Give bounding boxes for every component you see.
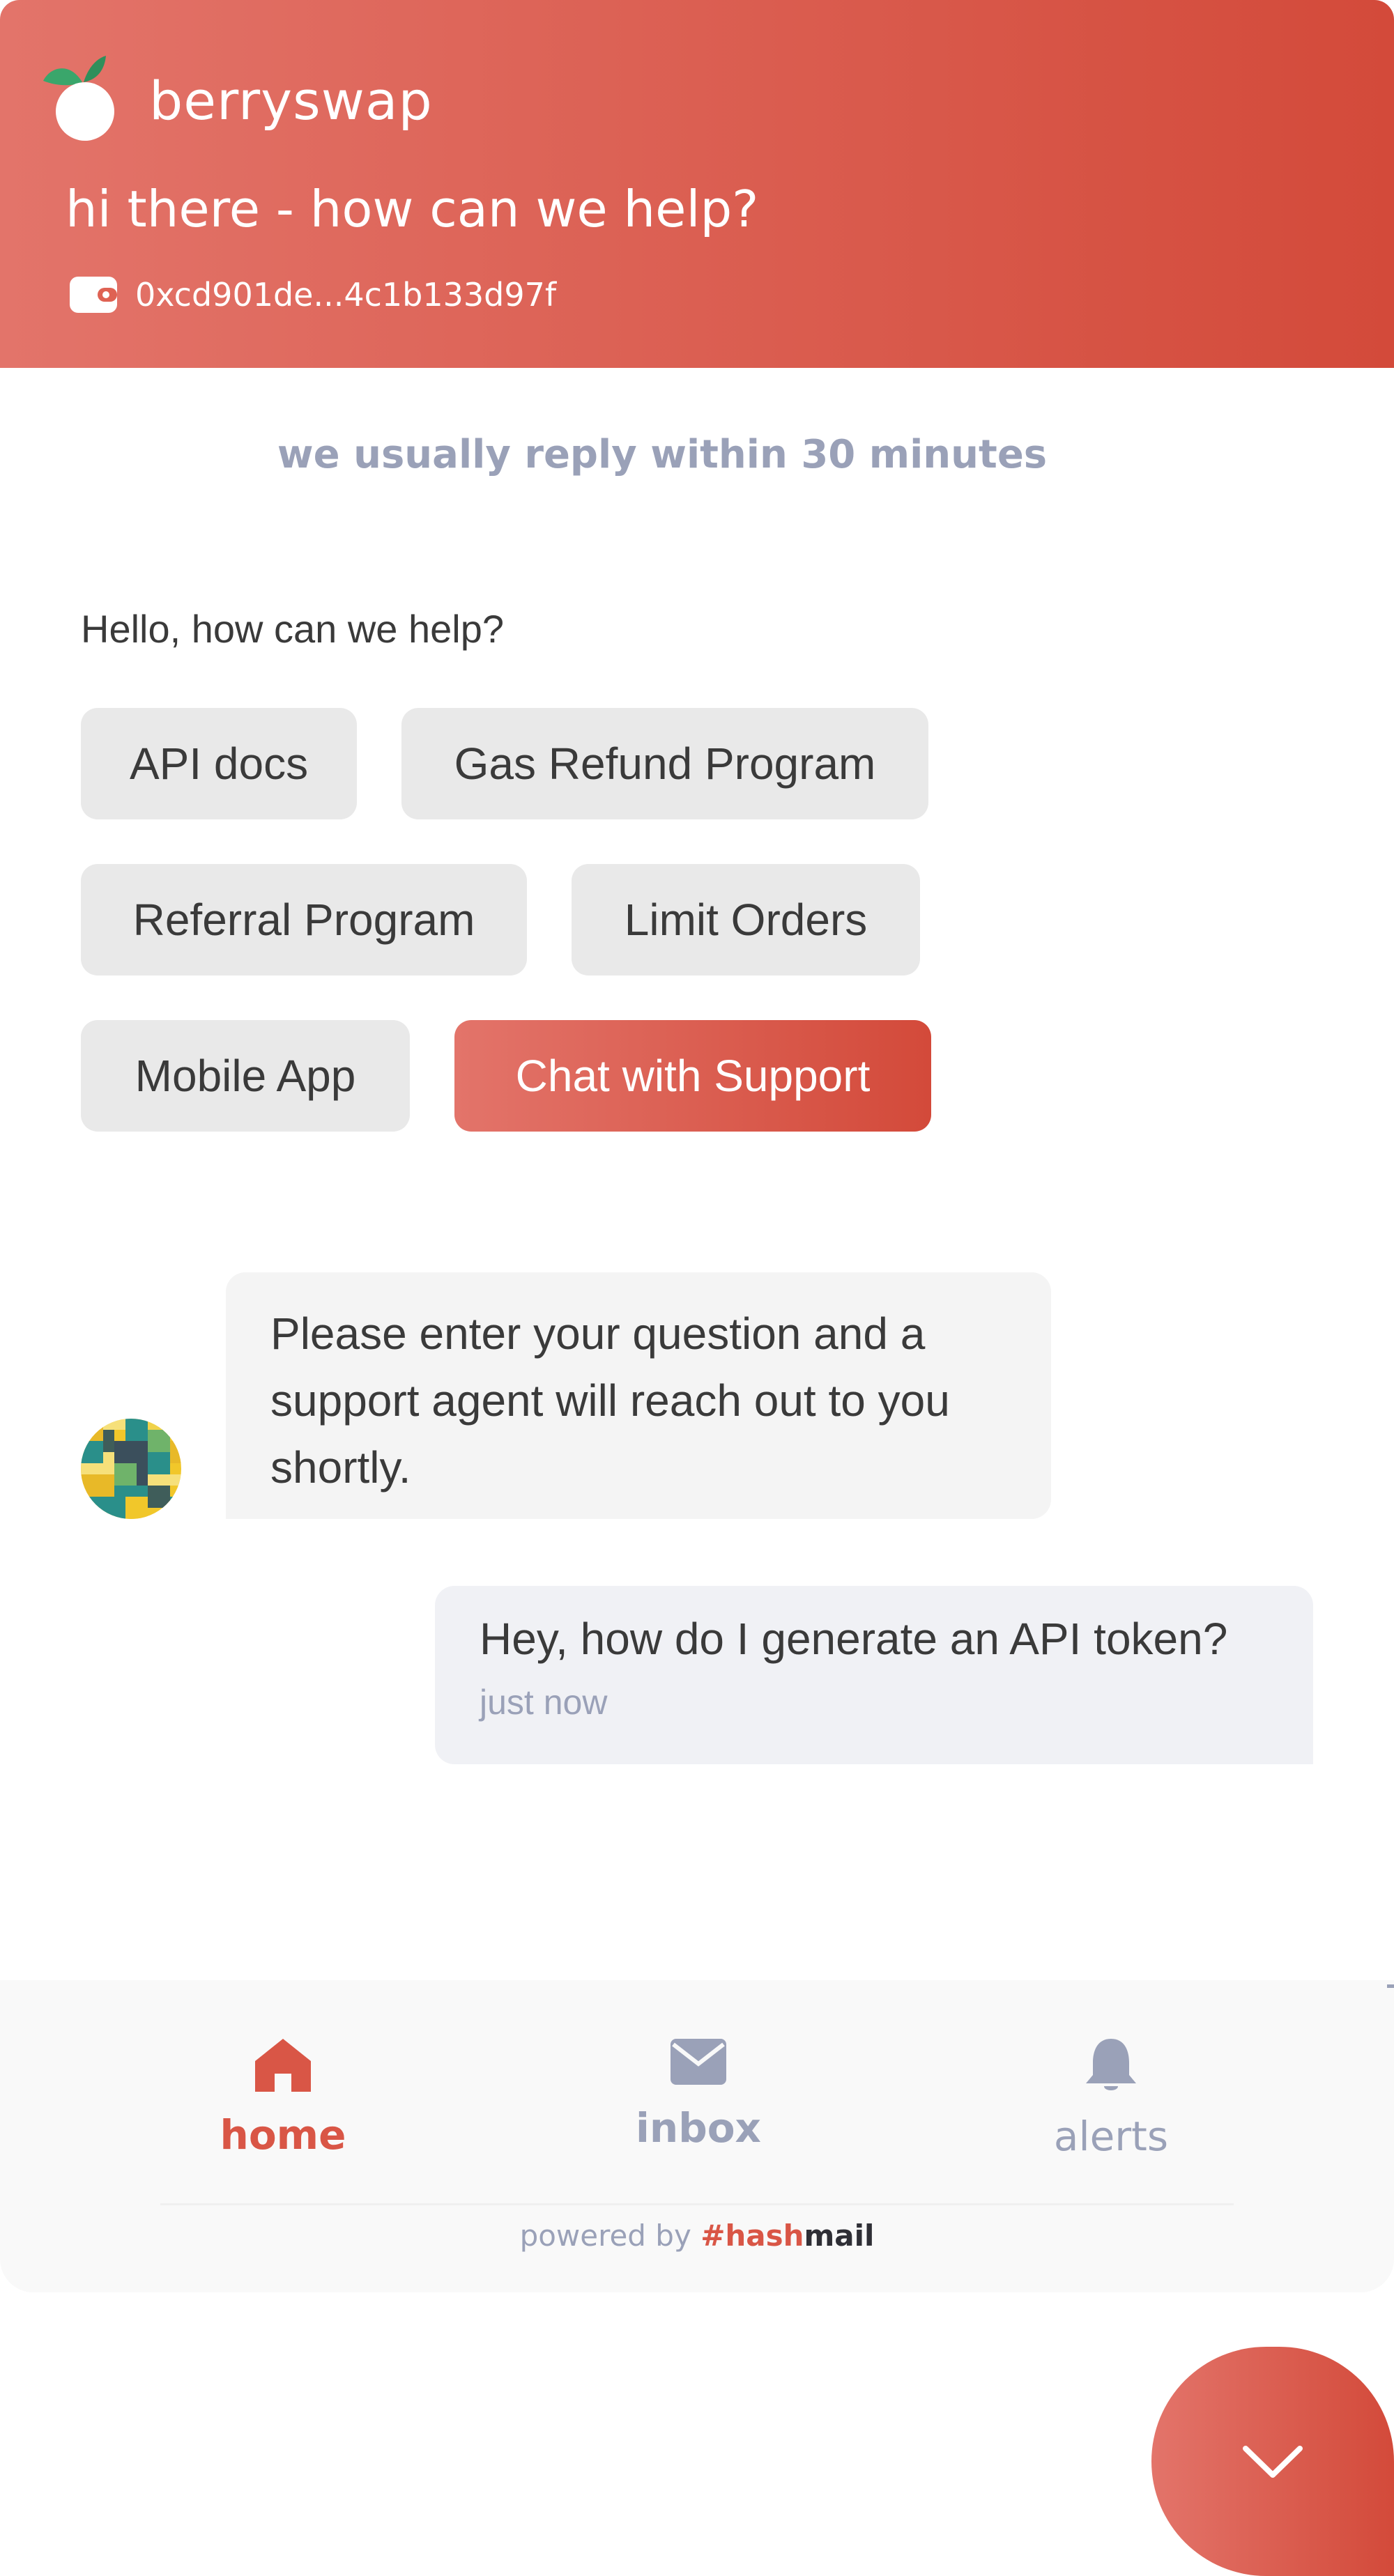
home-icon xyxy=(255,2039,311,2092)
user-message-bubble: Hey, how do I generate an API token? jus… xyxy=(435,1586,1313,1764)
powered-by-text: powered by xyxy=(519,2219,691,2253)
wallet-icon xyxy=(70,277,117,313)
hashmail-brand-mail: mail xyxy=(804,2219,875,2253)
nav-inbox[interactable]: inbox xyxy=(594,2037,803,2152)
option-limit-orders[interactable]: Limit Orders xyxy=(572,864,920,975)
option-mobile-app[interactable]: Mobile App xyxy=(81,1020,410,1132)
user-message-text: Hey, how do I generate an API token? xyxy=(480,1614,1228,1664)
reply-time-notice: we usually reply within 30 minutes xyxy=(277,432,1048,477)
collapse-widget-button[interactable] xyxy=(1151,2347,1394,2576)
envelope-icon xyxy=(671,2039,726,2085)
option-api-docs[interactable]: API docs xyxy=(81,708,357,819)
brand-name: berryswap xyxy=(149,70,433,132)
berry-logo-icon xyxy=(43,56,114,141)
message-timestamp: just now xyxy=(480,1683,608,1722)
support-widget: berryswap hi there - how can we help? 0x… xyxy=(0,0,1394,2292)
nav-alerts-label: alerts xyxy=(1053,2113,1169,2160)
nav-home[interactable]: home xyxy=(178,2037,388,2159)
chevron-down-icon xyxy=(1243,2445,1303,2478)
scroll-indicator xyxy=(1387,1984,1394,1988)
bot-prompt: Hello, how can we help? xyxy=(81,607,505,651)
widget-header: berryswap hi there - how can we help? 0x… xyxy=(0,0,1394,368)
agent-message-text: Please enter your question and a support… xyxy=(270,1309,950,1493)
nav-home-label: home xyxy=(220,2111,346,2159)
nav-divider xyxy=(160,2203,1234,2205)
hashmail-brand-hash: #hash xyxy=(700,2219,804,2253)
nav-alerts[interactable]: alerts xyxy=(1006,2037,1216,2160)
wallet-row: 0xcd901de...4c1b133d97f xyxy=(70,275,556,314)
powered-by-footer[interactable]: powered by #hashmail xyxy=(0,2219,1394,2253)
option-chat-with-support[interactable]: Chat with Support xyxy=(454,1020,931,1132)
pixel-avatar xyxy=(81,1419,181,1519)
bell-icon xyxy=(1086,2039,1136,2090)
wallet-address: 0xcd901de...4c1b133d97f xyxy=(135,276,557,314)
agent-message-bubble: Please enter your question and a support… xyxy=(226,1272,1051,1519)
pixel-avatar-icon xyxy=(81,1419,181,1519)
bottom-nav: home inbox alerts powered by #hashmail xyxy=(0,1980,1394,2292)
greeting-title: hi there - how can we help? xyxy=(66,180,759,238)
nav-inbox-label: inbox xyxy=(636,2104,761,2152)
option-gas-refund-program[interactable]: Gas Refund Program xyxy=(401,708,928,819)
option-referral-program[interactable]: Referral Program xyxy=(81,864,527,975)
